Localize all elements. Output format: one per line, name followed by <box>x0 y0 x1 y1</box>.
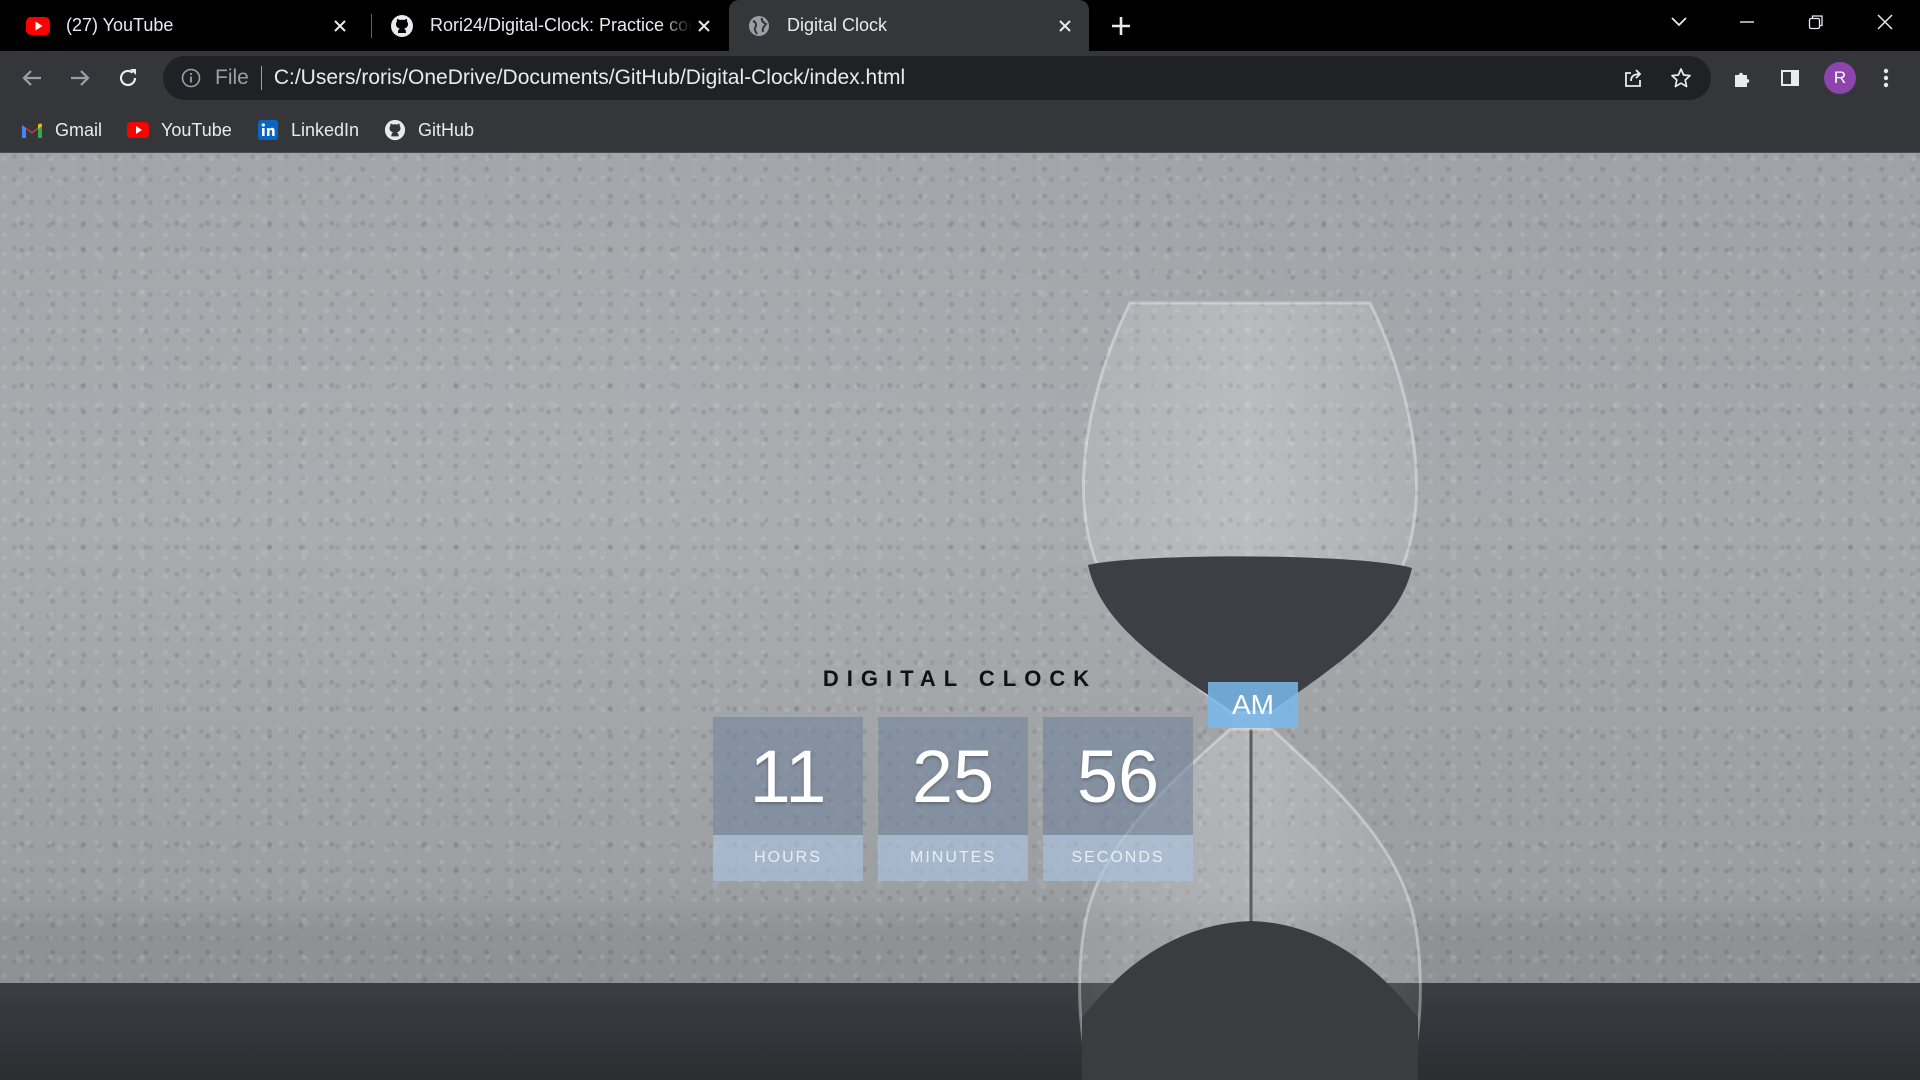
tab-strip: (27) YouTube Rori24/Digital-Clock: Pract… <box>0 0 1920 51</box>
menu-kebab-icon[interactable] <box>1868 60 1904 96</box>
period-badge: AM <box>1208 682 1298 728</box>
youtube-icon <box>26 14 50 38</box>
tab-youtube[interactable]: (27) YouTube <box>8 0 364 51</box>
github-icon <box>384 119 406 141</box>
scheme-label: File <box>215 66 249 89</box>
close-window-button[interactable] <box>1857 0 1913 44</box>
hours-value: 11 <box>713 717 863 835</box>
browser-toolbar: File C:/Users/roris/OneDrive/Documents/G… <box>0 51 1920 105</box>
reload-button[interactable] <box>110 60 146 96</box>
new-tab-button[interactable] <box>1107 12 1135 40</box>
page-viewport: DIGITAL CLOCK 11 HOURS 25 MINUTES 56 SEC… <box>0 153 1920 1080</box>
tab-search-button[interactable] <box>1651 0 1707 44</box>
forward-button[interactable] <box>62 60 98 96</box>
youtube-icon <box>127 119 149 141</box>
tab-title: Digital Clock <box>787 15 888 35</box>
profile-avatar[interactable]: R <box>1824 62 1856 94</box>
back-button[interactable] <box>14 60 50 96</box>
linkedin-icon <box>257 119 279 141</box>
hours-unit: 11 HOURS <box>713 717 863 881</box>
gmail-icon <box>21 119 43 141</box>
address-bar[interactable]: File C:/Users/roris/OneDrive/Documents/G… <box>163 56 1711 100</box>
clock-title: DIGITAL CLOCK <box>822 666 1098 691</box>
extensions-puzzle-icon[interactable] <box>1725 60 1761 96</box>
bookmark-gmail[interactable]: Gmail <box>21 115 102 145</box>
side-panel-icon[interactable] <box>1772 60 1808 96</box>
bookmark-linkedin[interactable]: LinkedIn <box>257 115 359 145</box>
minimize-button[interactable] <box>1719 0 1775 44</box>
table-surface <box>0 983 1920 1080</box>
bookmark-label: YouTube <box>161 119 232 140</box>
close-icon[interactable] <box>328 14 352 38</box>
bookmark-label: LinkedIn <box>291 119 360 140</box>
tab-title: Rori24/Digital-Clock: Practice code <box>430 15 692 35</box>
hourglass-image <box>1078 301 1422 1080</box>
close-icon[interactable] <box>692 14 716 38</box>
share-icon[interactable] <box>1615 60 1651 96</box>
info-icon[interactable] <box>179 66 203 90</box>
seconds-label: SECONDS <box>1043 835 1193 881</box>
restore-button[interactable] <box>1788 0 1844 44</box>
bookmark-label: GitHub <box>418 119 475 140</box>
bookmark-label: Gmail <box>55 119 103 140</box>
url-text[interactable]: C:/Users/roris/OneDrive/Documents/GitHub… <box>274 66 905 90</box>
address-divider <box>260 66 262 90</box>
close-icon[interactable] <box>1053 14 1077 38</box>
bookmark-youtube[interactable]: YouTube <box>127 115 232 145</box>
tab-github-repo[interactable]: Rori24/Digital-Clock: Practice code <box>372 0 728 51</box>
bookmark-star-icon[interactable] <box>1663 60 1699 96</box>
globe-icon <box>747 14 771 38</box>
bookmark-github[interactable]: GitHub <box>384 115 474 145</box>
minutes-label: MINUTES <box>878 835 1028 881</box>
tab-title: (27) YouTube <box>66 15 174 35</box>
seconds-unit: 56 SECONDS <box>1043 717 1193 881</box>
github-icon <box>390 14 414 38</box>
tab-digital-clock[interactable]: Digital Clock <box>729 0 1089 51</box>
bookmarks-bar: Gmail YouTube LinkedIn GitHub <box>0 105 1920 153</box>
seconds-value: 56 <box>1043 717 1193 835</box>
hours-label: HOURS <box>713 835 863 881</box>
minutes-value: 25 <box>878 717 1028 835</box>
minutes-unit: 25 MINUTES <box>878 717 1028 881</box>
